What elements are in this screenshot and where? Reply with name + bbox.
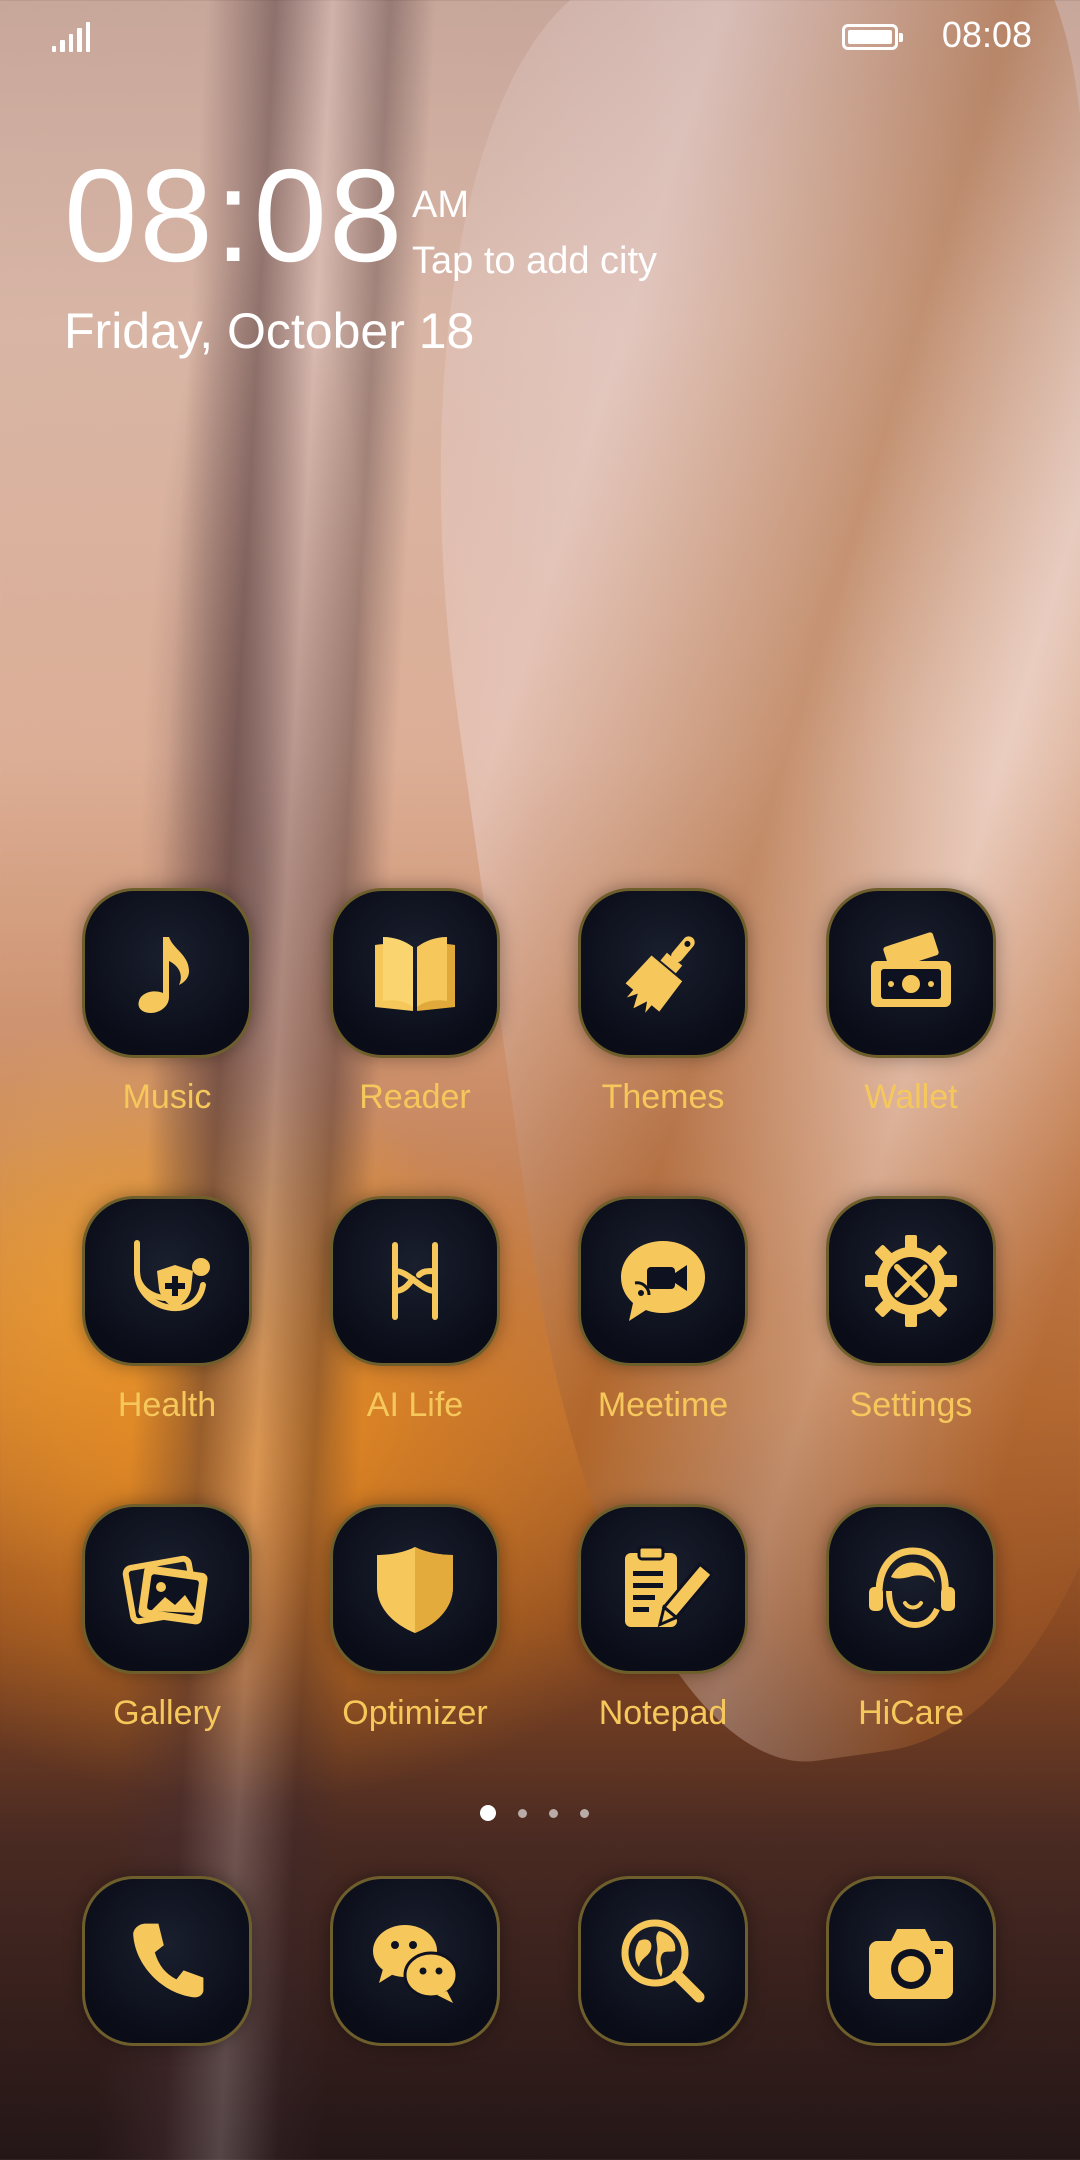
- book-icon: [375, 937, 455, 1011]
- paintbrush-icon: [625, 936, 695, 1013]
- app-label: HiCare: [858, 1694, 964, 1732]
- app-tile[interactable]: [330, 1504, 500, 1674]
- ai-life-icon: [392, 1242, 438, 1320]
- video-chat-icon: [621, 1241, 705, 1321]
- app-ai-life[interactable]: AI Life: [300, 1196, 520, 1446]
- clipboard-pencil-icon: [625, 1545, 713, 1628]
- app-tile[interactable]: [82, 888, 252, 1058]
- status-time: 08:08: [941, 14, 1032, 55]
- stethoscope-icon: [134, 1240, 210, 1312]
- app-tile[interactable]: [578, 1504, 748, 1674]
- app-label: Reader: [359, 1078, 471, 1116]
- app-tile[interactable]: [82, 1876, 252, 2046]
- app-tile[interactable]: [330, 1876, 500, 2046]
- music-note-icon: [138, 937, 189, 1013]
- add-city-link[interactable]: Tap to add city: [412, 240, 657, 283]
- camera-icon: [869, 1929, 953, 1999]
- app-label: Health: [117, 1386, 217, 1424]
- app-gallery[interactable]: Gallery: [52, 1504, 272, 1754]
- clock-time: 08:08: [64, 142, 405, 289]
- clock-date: Friday, October 18: [64, 303, 475, 359]
- app-label: Music: [122, 1078, 212, 1116]
- chat-bubbles-icon: [373, 1925, 459, 2003]
- signal-strength-icon: [52, 22, 91, 52]
- page-dot[interactable]: [549, 1808, 558, 1818]
- app-tile[interactable]: [826, 1504, 996, 1674]
- app-tile[interactable]: [82, 1196, 252, 1366]
- app-tile[interactable]: [826, 1876, 996, 2046]
- headset-icon: [869, 1547, 955, 1629]
- page-dot[interactable]: [580, 1808, 589, 1818]
- app-notepad[interactable]: Notepad: [548, 1504, 768, 1754]
- app-optimizer[interactable]: Optimizer: [300, 1504, 520, 1754]
- dock-browser[interactable]: [548, 1876, 778, 2056]
- app-label: AI Life: [366, 1386, 464, 1424]
- battery-icon: [842, 24, 903, 50]
- app-label: Meetime: [597, 1386, 729, 1424]
- app-tile[interactable]: [578, 888, 748, 1058]
- photo-icon: [122, 1555, 208, 1625]
- shield-icon: [377, 1547, 453, 1633]
- clock-ampm: AM: [412, 184, 469, 226]
- phone-icon: [133, 1923, 204, 1998]
- dock-camera[interactable]: [796, 1876, 1026, 2056]
- gear-tools-icon: [865, 1235, 957, 1327]
- app-hicare[interactable]: HiCare: [796, 1504, 1016, 1754]
- wallet-icon: [871, 932, 951, 1007]
- page-dot[interactable]: [518, 1808, 527, 1818]
- app-wallet[interactable]: Wallet: [796, 888, 1016, 1138]
- status-bar: 08:08: [0, 0, 1080, 76]
- app-reader[interactable]: Reader: [300, 888, 520, 1138]
- app-label: Wallet: [864, 1078, 958, 1116]
- app-label: Notepad: [598, 1694, 728, 1732]
- dock-phone[interactable]: [52, 1876, 282, 2056]
- dock-messages[interactable]: [300, 1876, 530, 2056]
- app-tile[interactable]: [330, 888, 500, 1058]
- app-label: Themes: [601, 1078, 725, 1116]
- app-tile[interactable]: [330, 1196, 500, 1366]
- app-tile[interactable]: [826, 888, 996, 1058]
- app-health[interactable]: Health: [52, 1196, 272, 1446]
- app-tile[interactable]: [826, 1196, 996, 1366]
- app-settings[interactable]: Settings: [796, 1196, 1016, 1446]
- app-meetime[interactable]: Meetime: [548, 1196, 768, 1446]
- page-indicator[interactable]: [480, 1803, 600, 1823]
- app-music[interactable]: Music: [52, 888, 272, 1138]
- app-label: Gallery: [113, 1694, 221, 1732]
- app-themes[interactable]: Themes: [548, 888, 768, 1138]
- page-dot[interactable]: [480, 1805, 496, 1821]
- app-label: Optimizer: [342, 1694, 488, 1732]
- app-tile[interactable]: [82, 1504, 252, 1674]
- app-tile[interactable]: [578, 1196, 748, 1366]
- app-label: Settings: [849, 1386, 973, 1424]
- app-tile[interactable]: [578, 1876, 748, 2046]
- globe-search-icon: [621, 1919, 705, 2003]
